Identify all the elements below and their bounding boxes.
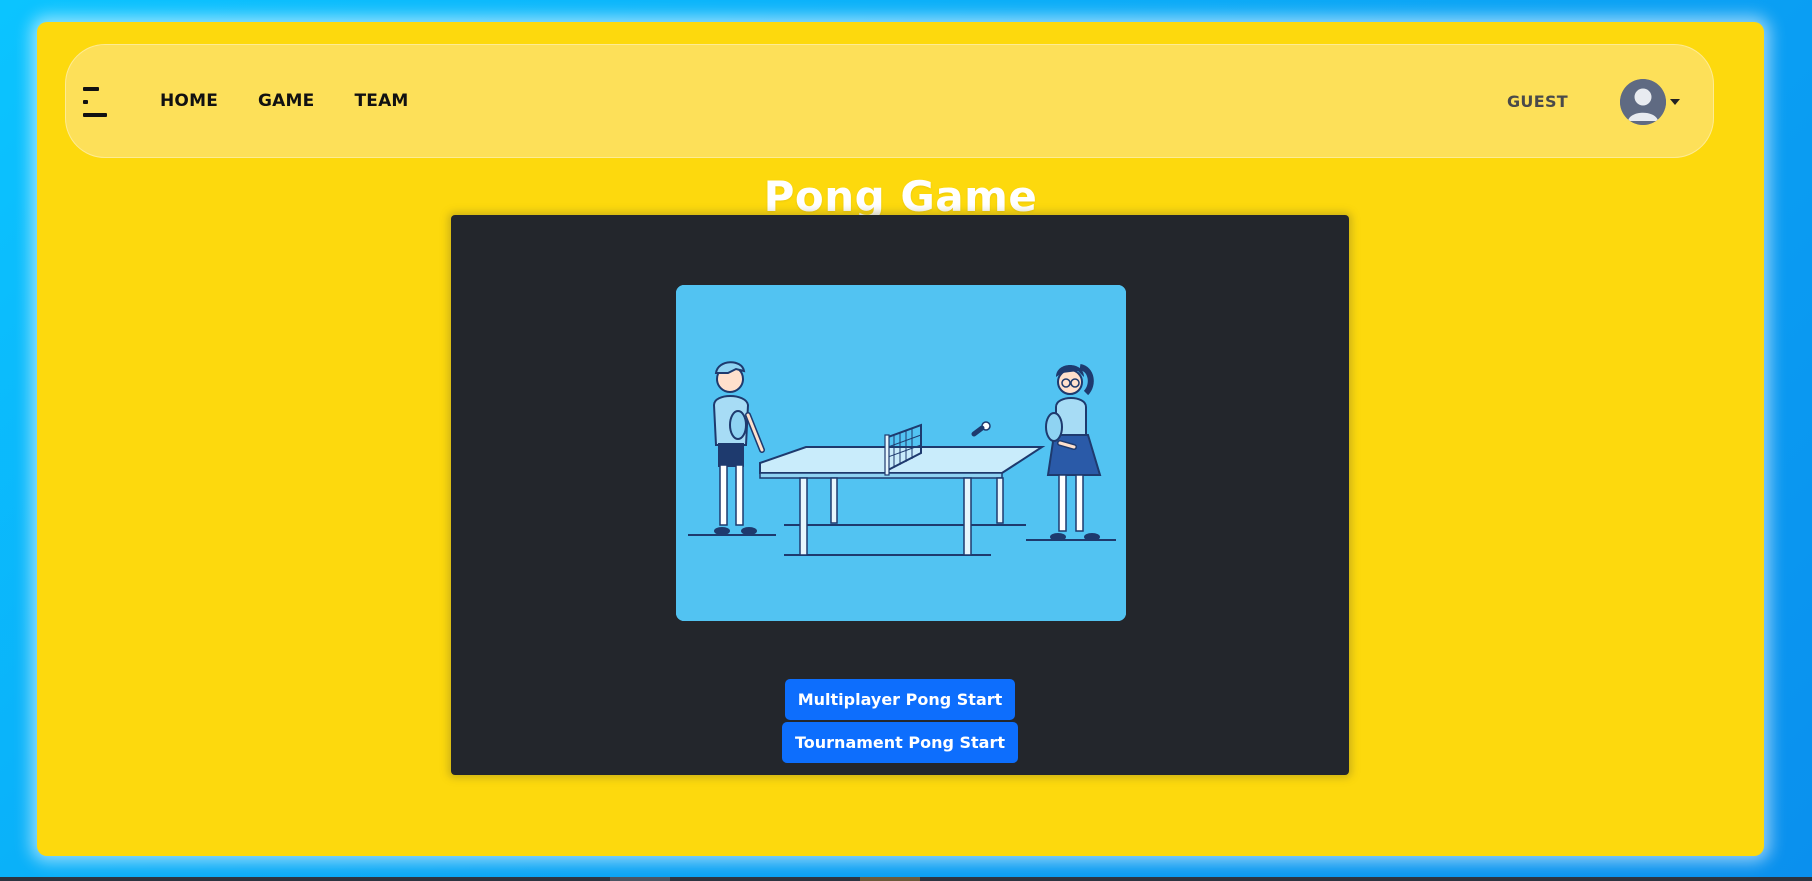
ping-pong-players-illustration [676, 285, 1126, 621]
user-menu-toggle[interactable] [1620, 79, 1680, 125]
chevron-down-icon [1670, 99, 1680, 105]
taskbar-segment [610, 877, 670, 881]
user-name-label: GUEST [1507, 91, 1568, 111]
taskbar-strip [0, 877, 1812, 881]
page-container: HOME GAME TEAM GUEST Pong Game Multiplay… [37, 22, 1764, 856]
game-panel: Multiplayer Pong Start Tournament Pong S… [451, 215, 1349, 775]
nav-link-team[interactable]: TEAM [354, 91, 408, 111]
user-avatar-icon [1620, 79, 1666, 125]
nav-links: HOME GAME TEAM [160, 44, 409, 158]
multiplayer-start-button[interactable]: Multiplayer Pong Start [784, 679, 1016, 720]
nav-link-game[interactable]: GAME [258, 91, 314, 111]
nav-link-home[interactable]: HOME [160, 91, 218, 111]
menu-icon[interactable] [83, 87, 107, 117]
navbar: HOME GAME TEAM GUEST [65, 44, 1714, 158]
tournament-start-button[interactable]: Tournament Pong Start [781, 722, 1019, 763]
taskbar-segment [860, 877, 920, 881]
start-buttons: Multiplayer Pong Start Tournament Pong S… [451, 679, 1349, 763]
page-title: Pong Game [763, 172, 1038, 221]
